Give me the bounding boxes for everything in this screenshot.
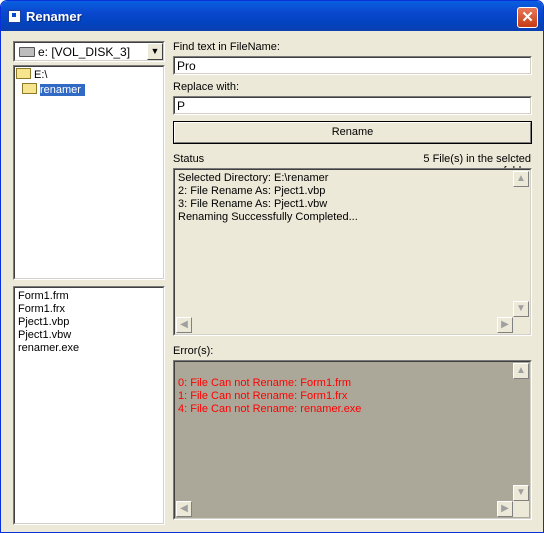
status-line: Selected Directory: E:\renamer — [178, 172, 329, 184]
file-list[interactable]: Form1.frm Form1.frx Pject1.vbp Pject1.vb… — [13, 286, 165, 525]
chevron-down-icon[interactable]: ▼ — [147, 43, 163, 60]
scroll-up-icon[interactable]: ▲ — [513, 171, 529, 187]
directory-list[interactable]: E:\ renamer — [13, 65, 165, 280]
directory-item-root[interactable]: E:\ — [16, 68, 47, 83]
status-line: 2: File Rename As: Pject1.vbp — [178, 185, 326, 197]
status-vertical-scrollbar[interactable]: ▲ ▼ — [513, 171, 529, 317]
file-item[interactable]: Form1.frm — [18, 290, 69, 303]
scroll-up-icon[interactable]: ▲ — [513, 363, 529, 379]
status-horizontal-scrollbar[interactable]: ◀ ▶ — [176, 317, 513, 333]
window-title: Renamer — [26, 9, 82, 24]
drive-select-value: e: [VOL_DISK_3] — [38, 45, 131, 59]
errors-textarea[interactable]: 0: File Can not Rename: Form1.frm 1: Fil… — [173, 360, 532, 520]
find-input-value: Pro — [177, 59, 196, 73]
file-item[interactable]: Pject1.vbw — [18, 329, 71, 342]
drive-select[interactable]: e: [VOL_DISK_3] ▼ — [13, 41, 165, 62]
error-line: 1: File Can not Rename: Form1.frx — [178, 390, 348, 402]
replace-label: Replace with: — [173, 81, 240, 93]
error-line: 4: File Can not Rename: renamer.exe — [178, 403, 362, 415]
status-line: Renaming Successfully Completed... — [178, 211, 358, 223]
replace-input-value: P — [177, 99, 186, 113]
file-item[interactable]: renamer.exe — [18, 342, 79, 355]
replace-input[interactable]: P — [173, 96, 532, 115]
close-button[interactable]: ✕ — [517, 7, 538, 28]
drive-icon — [19, 47, 35, 57]
errors-label: Error(s): — [173, 345, 214, 357]
scroll-left-icon[interactable]: ◀ — [176, 501, 192, 517]
scroll-left-icon[interactable]: ◀ — [176, 317, 192, 333]
file-item[interactable]: Pject1.vbp — [18, 316, 69, 329]
find-input[interactable]: Pro — [173, 56, 532, 75]
errors-vertical-scrollbar[interactable]: ▲ ▼ — [513, 363, 529, 501]
status-line: 3: File Rename As: Pject1.vbw — [178, 198, 328, 210]
errors-horizontal-scrollbar[interactable]: ◀ ▶ — [176, 501, 513, 517]
scroll-down-icon[interactable]: ▼ — [513, 301, 529, 317]
error-line: 0: File Can not Rename: Form1.frm — [178, 377, 352, 389]
directory-item-renamer[interactable]: renamer — [22, 83, 162, 98]
title-bar[interactable]: Renamer ✕ — [1, 1, 543, 31]
open-folder-icon — [22, 83, 37, 94]
rename-button[interactable]: Rename — [173, 121, 532, 144]
scroll-down-icon[interactable]: ▼ — [513, 485, 529, 501]
scroll-right-icon[interactable]: ▶ — [497, 317, 513, 333]
directory-item-label: renamer — [40, 84, 85, 96]
app-icon — [8, 10, 21, 23]
scroll-right-icon[interactable]: ▶ — [497, 501, 513, 517]
open-folder-icon — [16, 68, 31, 79]
rename-button-label: Rename — [331, 126, 374, 138]
find-label: Find text in FileName: — [173, 41, 280, 53]
file-item[interactable]: Form1.frx — [18, 303, 65, 316]
directory-item-label: E:\ — [34, 69, 48, 81]
renamer-window: Renamer ✕ e: [VOL_DISK_3] ▼ E:\ renamer … — [0, 0, 544, 533]
scroll-corner — [513, 317, 529, 333]
status-textarea[interactable]: Selected Directory: E:\renamer 2: File R… — [173, 168, 532, 336]
scroll-corner — [513, 501, 529, 517]
status-label: Status — [173, 153, 205, 165]
